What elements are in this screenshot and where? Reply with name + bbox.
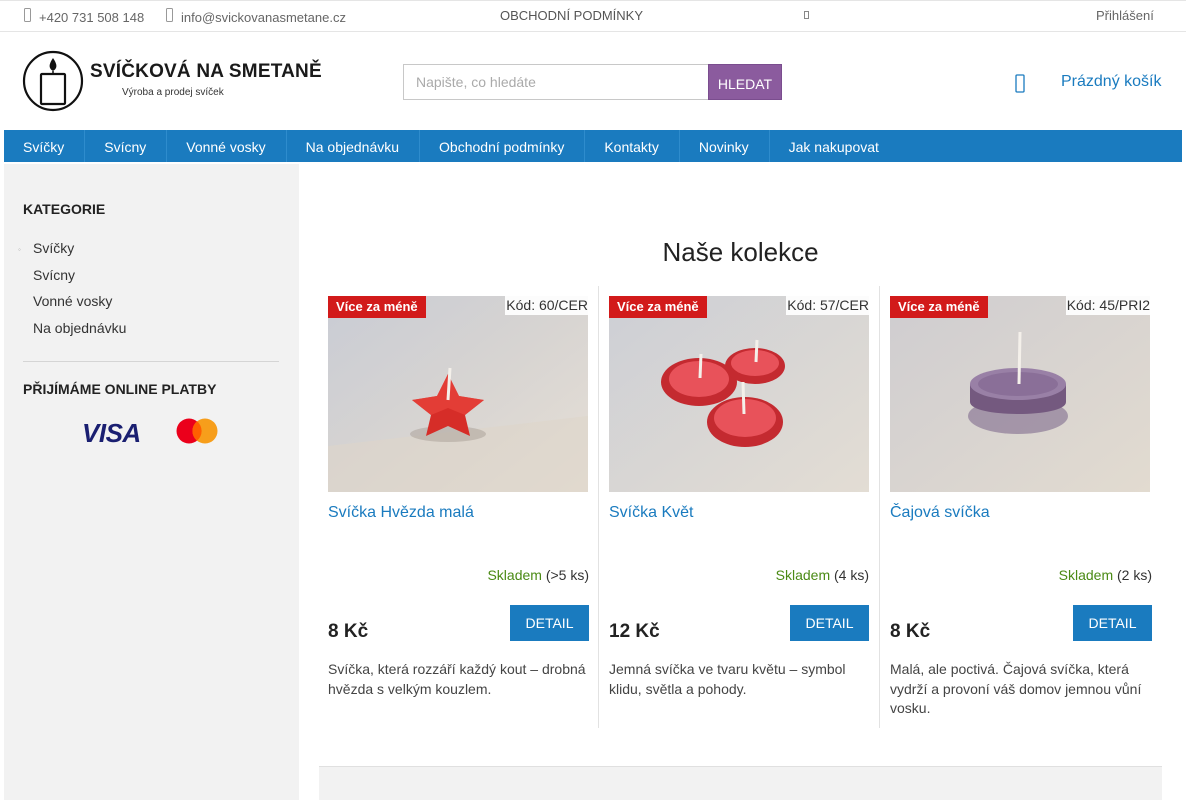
search-button[interactable]: HLEDAT — [708, 64, 782, 100]
footer-section — [319, 766, 1162, 800]
product-image[interactable]: Více za méně Kód: 60/CER — [328, 296, 588, 492]
category-label: Svíčky — [33, 240, 75, 256]
stock-status: Skladem (>5 ks) — [487, 567, 589, 583]
stock-qty: (2 ks) — [1117, 567, 1152, 583]
category-item-vonne-vosky[interactable]: Vonné vosky — [33, 293, 126, 320]
category-item-svicky[interactable]: ◦ Svíčky — [18, 240, 126, 267]
product-code-text: Kód: 57/CER — [787, 297, 869, 313]
search-input[interactable] — [403, 64, 709, 100]
product-code-text: Kód: 45/PRI2 — [1066, 297, 1150, 313]
sidebar: KATEGORIE ◦ Svíčky Svícny Vonné vosky Na … — [4, 164, 299, 800]
login-link[interactable]: Přihlášení — [1096, 8, 1154, 23]
purple-tea-candle-image — [890, 296, 1150, 492]
nav-item-jak-nakupovat[interactable]: Jak nakupovat — [770, 130, 899, 162]
product-name-link[interactable]: Svíčka Květ — [609, 504, 693, 522]
nav-item-na-objednavku[interactable]: Na objednávku — [287, 130, 421, 162]
category-item-svicny[interactable]: Svícny — [33, 267, 126, 294]
main-nav: Svíčky Svícny Vonné vosky Na objednávku … — [4, 130, 1182, 162]
nav-item-novinky[interactable]: Novinky — [680, 130, 770, 162]
product-price: 8 Kč — [890, 621, 931, 642]
stock-label: Skladem — [487, 567, 542, 583]
stock-label: Skladem — [775, 567, 831, 583]
product-code: Kód: 45/PRI2 — [1065, 296, 1150, 315]
logo-title: SVÍČKOVÁ NA SMETANĚ — [90, 61, 322, 82]
misc-icon[interactable] — [804, 11, 809, 22]
top-terms-link[interactable]: OBCHODNÍ PODMÍNKY — [500, 8, 643, 23]
phone-icon — [24, 8, 31, 25]
category-label: Vonné vosky — [33, 293, 113, 310]
mail-icon — [166, 8, 173, 25]
red-flower-candles-image — [609, 296, 869, 492]
product-code: Kód: 57/CER — [786, 296, 869, 315]
product-grid: Více za méně Kód: 60/CER Svíčka Hvězda m… — [318, 286, 1163, 728]
product-card: Více za méně Kód: 60/CER Svíčka Hvězda m… — [318, 286, 599, 728]
product-image[interactable]: Více za méně Kód: 45/PRI2 — [890, 296, 1150, 492]
product-price: 8 Kč — [328, 621, 369, 642]
stock-qty: (>5 ks) — [545, 567, 589, 583]
top-email[interactable]: info@svickovanasmetane.cz — [166, 8, 346, 25]
stock-label: Skladem — [1058, 567, 1114, 583]
cart-icon — [1013, 72, 1027, 93]
product-name-link[interactable]: Svíčka Hvězda malá — [328, 504, 474, 522]
visa-logo: VISA — [82, 418, 141, 448]
nav-item-svicky[interactable]: Svíčky — [4, 130, 86, 162]
product-description: Jemná svíčka ve tvaru květu – symbol kli… — [609, 661, 846, 697]
nav-item-kontakty[interactable]: Kontakty — [585, 130, 680, 162]
top-email-text: info@svickovanasmetane.cz — [181, 10, 346, 25]
product-description: Svíčka, která rozzáří každý kout – drobn… — [328, 661, 586, 697]
detail-button[interactable]: DETAIL — [1073, 605, 1152, 641]
detail-button[interactable]: DETAIL — [510, 605, 589, 641]
stock-qty: (4 ks) — [834, 567, 869, 583]
sidebar-divider — [23, 361, 279, 362]
promo-flag: Více za méně — [609, 296, 707, 318]
categories-heading: KATEGORIE — [23, 201, 106, 217]
bullet-icon: ◦ — [18, 245, 21, 254]
mastercard-logo-icon — [176, 418, 218, 444]
promo-flag: Více za méně — [328, 296, 426, 318]
product-card: Více za méně Kód: 57/CER Svíčka Květ Skl… — [598, 286, 879, 728]
search-form: HLEDAT — [403, 64, 782, 100]
nav-item-vonne-vosky[interactable]: Vonné vosky — [167, 130, 287, 162]
product-card: Více za méně Kód: 45/PRI2 Čajová svíčka … — [879, 286, 1162, 728]
logo-subtitle: Výroba a prodej svíček — [122, 87, 224, 98]
stock-status: Skladem (4 ks) — [776, 567, 869, 583]
product-code-text: Kód: 60/CER — [506, 297, 588, 313]
top-bar: +420 731 508 148 info@svickovanasmetane.… — [0, 0, 1186, 32]
detail-button[interactable]: DETAIL — [790, 605, 869, 641]
product-price: 12 Kč — [609, 621, 660, 642]
red-star-candle-image — [328, 296, 588, 492]
category-item-na-objednavku[interactable]: Na objednávku — [33, 320, 126, 347]
product-code: Kód: 60/CER — [505, 296, 588, 315]
candle-logo-icon — [22, 50, 84, 112]
page-title: Naše kolekce — [662, 237, 819, 267]
stock-status: Skladem (2 ks) — [1059, 567, 1152, 583]
product-description: Malá, ale poctivá. Čajová svíčka, která … — [890, 661, 1142, 716]
top-phone[interactable]: +420 731 508 148 — [24, 8, 144, 25]
promo-flag: Více za méně — [890, 296, 988, 318]
category-list: ◦ Svíčky Svícny Vonné vosky Na objednávku — [18, 240, 126, 347]
category-label: Na objednávku — [33, 320, 127, 337]
cart-label: Prázdný košík — [1061, 73, 1162, 90]
site-logo[interactable]: SVÍČKOVÁ NA SMETANĚ Výroba a prodej svíč… — [22, 50, 322, 112]
nav-item-svicny[interactable]: Svícny — [85, 130, 168, 162]
product-image[interactable]: Více za méně Kód: 57/CER — [609, 296, 869, 492]
cart[interactable]: Prázdný košík — [1013, 70, 1173, 96]
top-phone-text: +420 731 508 148 — [39, 10, 145, 25]
nav-item-obchodni-podminky[interactable]: Obchodní podmínky — [420, 130, 586, 162]
category-label: Svícny — [33, 266, 76, 283]
product-name-link[interactable]: Čajová svíčka — [890, 504, 990, 522]
payments-heading: PŘIJÍMÁME ONLINE PLATBY — [23, 381, 217, 397]
